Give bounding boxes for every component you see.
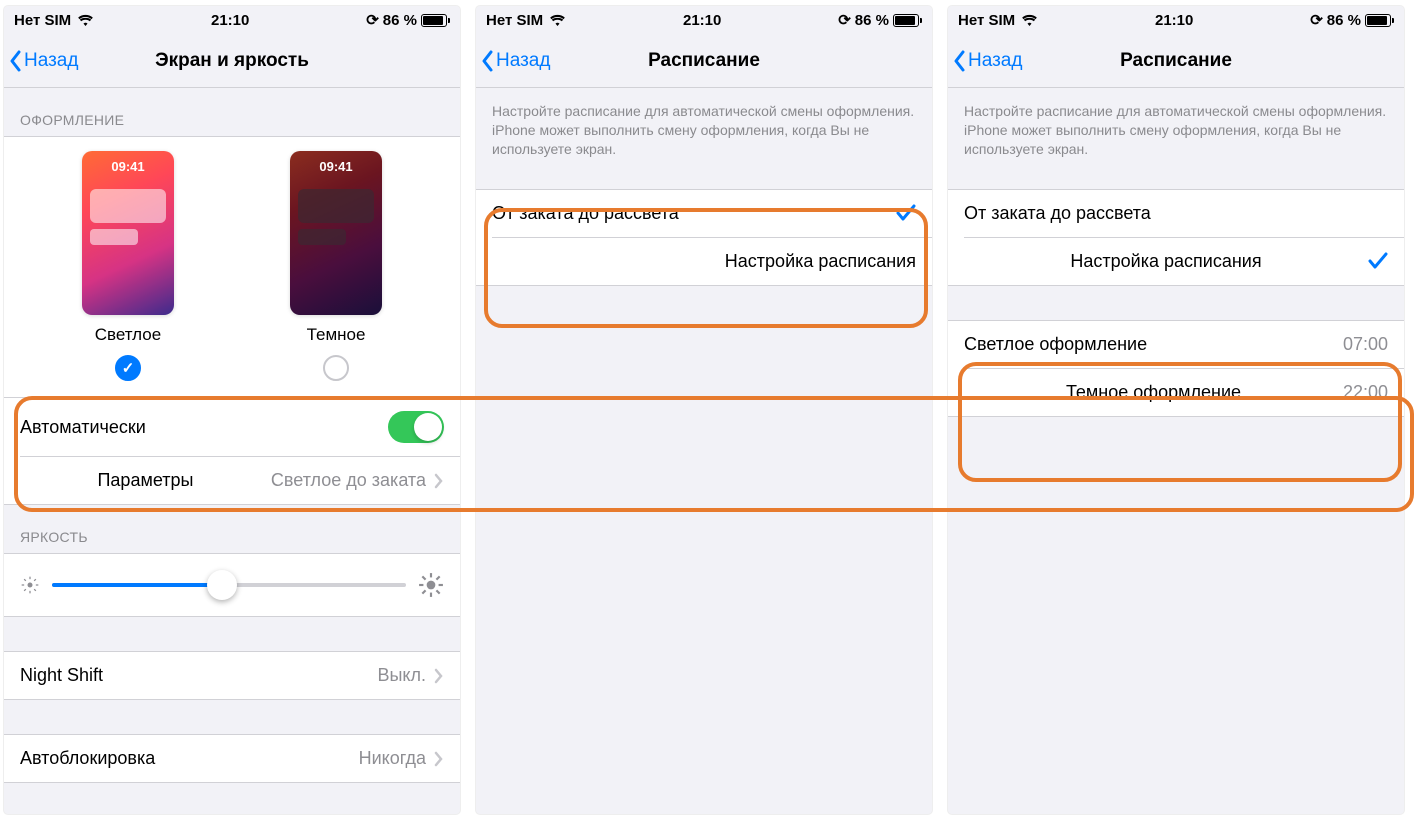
theme-dark-label: Темное	[307, 325, 366, 345]
auto-toggle[interactable]	[388, 411, 444, 443]
dark-time-value: 22:00	[1343, 382, 1388, 403]
clock-text: 21:10	[1155, 12, 1193, 29]
custom-option[interactable]: Настройка расписания	[492, 237, 932, 285]
auto-row: Автоматически	[4, 398, 460, 456]
phone-2: Нет SIM 21:10 ⟳ 86 % Назад Расписание На…	[476, 6, 932, 814]
autolock-label: Автоблокировка	[20, 748, 155, 769]
nav-bar: Назад Экран и яркость	[4, 34, 460, 88]
sync-icon: ⟳	[366, 11, 379, 29]
back-button[interactable]: Назад	[4, 50, 78, 72]
carrier-text: Нет SIM	[14, 12, 71, 29]
chevron-right-icon	[434, 473, 444, 489]
brightness-row	[4, 553, 460, 617]
back-button[interactable]: Назад	[948, 50, 1022, 72]
sun-low-icon	[20, 575, 40, 595]
chevron-right-icon	[434, 668, 444, 684]
custom-label: Настройка расписания	[1070, 251, 1261, 272]
battery-text: 86 %	[1327, 12, 1361, 29]
options-label: Параметры	[97, 470, 193, 491]
check-icon	[1368, 252, 1388, 270]
brightness-header: ЯРКОСТЬ	[4, 505, 460, 553]
wifi-icon	[77, 14, 94, 26]
status-bar: Нет SIM 21:10 ⟳ 86 %	[948, 6, 1404, 34]
nightshift-value: Выкл.	[377, 665, 426, 686]
sunset-label: От заката до рассвета	[492, 203, 679, 224]
clock-text: 21:10	[211, 12, 249, 29]
sunset-label: От заката до рассвета	[964, 203, 1151, 224]
options-value: Светлое до заката	[271, 470, 426, 491]
appearance-header: ОФОРМЛЕНИЕ	[4, 88, 460, 136]
check-icon	[896, 204, 916, 222]
sync-icon: ⟳	[838, 11, 851, 29]
chevron-left-icon	[8, 50, 24, 72]
battery-text: 86 %	[383, 12, 417, 29]
carrier-text: Нет SIM	[486, 12, 543, 29]
status-bar: Нет SIM 21:10 ⟳ 86 %	[4, 6, 460, 34]
wifi-icon	[549, 14, 566, 26]
battery-text: 86 %	[855, 12, 889, 29]
nightshift-row[interactable]: Night Shift Выкл.	[4, 652, 460, 699]
theme-light-label: Светлое	[95, 325, 161, 345]
chevron-left-icon	[480, 50, 496, 72]
chevron-right-icon	[434, 751, 444, 767]
appearance-group: 09:41 Светлое 09:41 Темное	[4, 136, 460, 398]
back-label: Назад	[24, 50, 78, 72]
nav-bar: Назад Расписание	[476, 34, 932, 88]
phone-1: Нет SIM 21:10 ⟳ 86 % Назад Экран и яркос…	[4, 6, 460, 814]
clock-text: 21:10	[683, 12, 721, 29]
wifi-icon	[1021, 14, 1038, 26]
brightness-slider[interactable]	[52, 583, 406, 587]
back-label: Назад	[968, 50, 1022, 72]
autolock-value: Никогда	[359, 748, 426, 769]
options-row[interactable]: Параметры Светлое до заката	[20, 456, 460, 504]
dark-time-label: Темное оформление	[1066, 382, 1241, 403]
battery-icon	[421, 14, 450, 27]
nightshift-label: Night Shift	[20, 665, 103, 686]
light-time-value: 07:00	[1343, 334, 1388, 355]
phone-3: Нет SIM 21:10 ⟳ 86 % Назад Расписание На…	[948, 6, 1404, 814]
dark-time-row[interactable]: Темное оформление 22:00	[964, 368, 1404, 416]
battery-icon	[893, 14, 922, 27]
auto-label: Автоматически	[20, 417, 146, 438]
light-time-label: Светлое оформление	[964, 334, 1147, 355]
custom-option[interactable]: Настройка расписания	[964, 237, 1404, 285]
autolock-row[interactable]: Автоблокировка Никогда	[4, 735, 460, 782]
back-button[interactable]: Назад	[476, 50, 550, 72]
theme-light[interactable]: 09:41 Светлое	[82, 151, 174, 381]
custom-label: Настройка расписания	[725, 251, 916, 272]
chevron-left-icon	[952, 50, 968, 72]
back-label: Назад	[496, 50, 550, 72]
schedule-desc: Настройте расписание для автоматической …	[948, 88, 1404, 167]
sunset-option[interactable]: От заката до рассвета	[948, 190, 1404, 237]
carrier-text: Нет SIM	[958, 12, 1015, 29]
light-time-row[interactable]: Светлое оформление 07:00	[948, 321, 1404, 368]
sun-high-icon	[418, 572, 444, 598]
battery-icon	[1365, 14, 1394, 27]
theme-dark-thumb: 09:41	[290, 151, 382, 315]
theme-dark-radio[interactable]	[323, 355, 349, 381]
theme-light-thumb: 09:41	[82, 151, 174, 315]
sync-icon: ⟳	[1310, 11, 1323, 29]
theme-dark[interactable]: 09:41 Темное	[290, 151, 382, 381]
theme-light-radio[interactable]	[115, 355, 141, 381]
sunset-option[interactable]: От заката до рассвета	[476, 190, 932, 237]
nav-bar: Назад Расписание	[948, 34, 1404, 88]
status-bar: Нет SIM 21:10 ⟳ 86 %	[476, 6, 932, 34]
schedule-desc: Настройте расписание для автоматической …	[476, 88, 932, 167]
